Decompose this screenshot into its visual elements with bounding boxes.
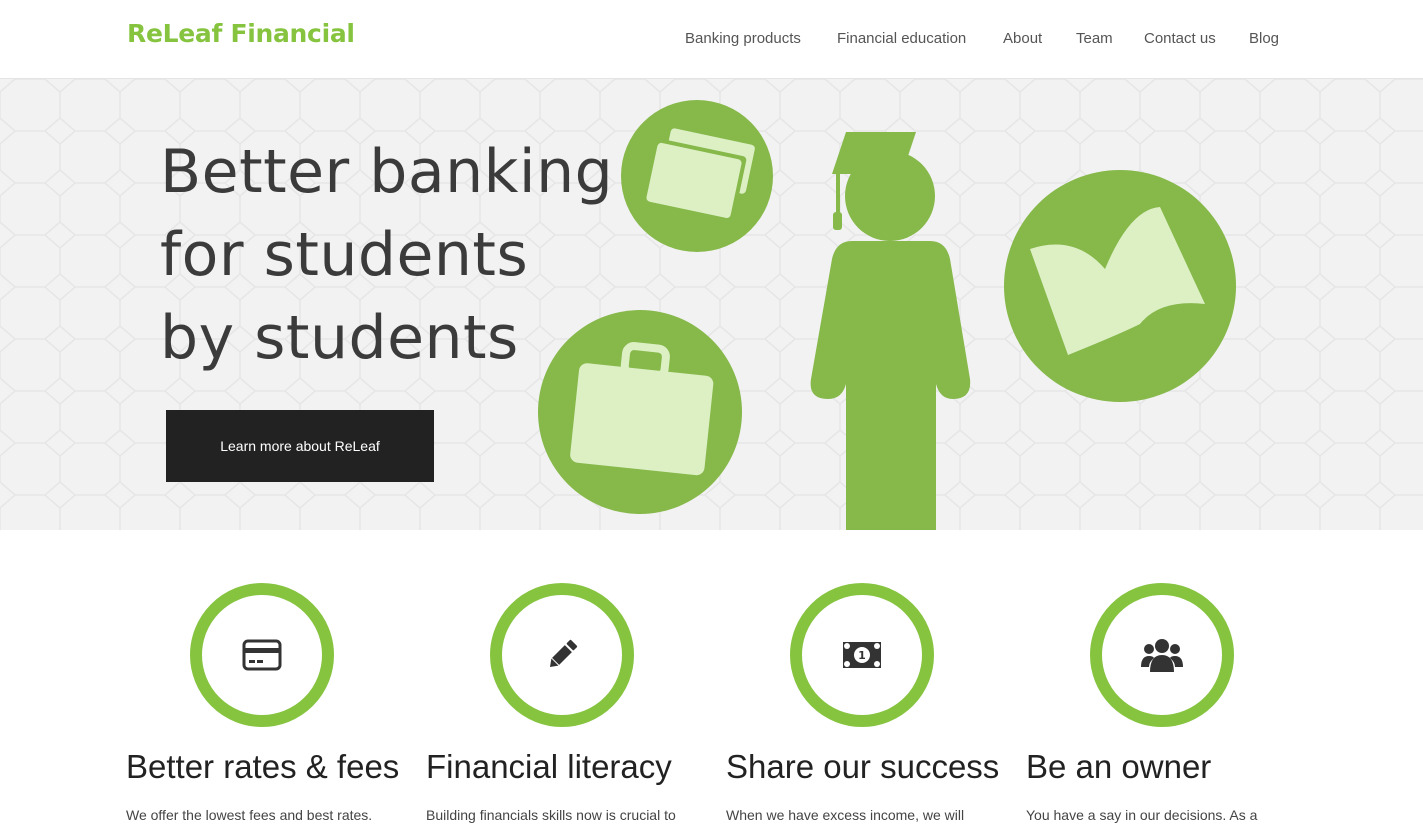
feature-text: You have a say in our decisions. As a xyxy=(1026,807,1258,823)
nav-about[interactable]: About xyxy=(1003,30,1042,47)
feature-icon-ring xyxy=(1090,583,1234,727)
users-icon xyxy=(1141,639,1183,672)
feature-icon-ring xyxy=(490,583,634,727)
feature-icon-ring xyxy=(190,583,334,727)
hero-section: Better banking for students by students … xyxy=(0,79,1423,530)
feature-title: Share our success xyxy=(726,748,1000,785)
svg-text:1: 1 xyxy=(858,649,866,662)
feature-title: Be an owner xyxy=(1026,748,1212,785)
feature-icon-ring: 1 xyxy=(790,583,934,727)
feature-title: Better rates & fees xyxy=(126,748,400,785)
feature-text: We offer the lowest fees and best rates. xyxy=(126,807,373,823)
pencil-icon xyxy=(549,639,578,668)
nav-financial-education[interactable]: Financial education xyxy=(837,30,966,47)
hero-illustration xyxy=(538,100,1236,530)
credit-card-icon xyxy=(242,639,282,671)
briefcase-icon xyxy=(538,310,742,514)
site-header: ReLeaf Financial Banking products Financ… xyxy=(0,0,1423,79)
graduate-icon xyxy=(810,132,971,530)
credit-cards-icon xyxy=(621,100,773,252)
feature-text: When we have excess income, we will xyxy=(726,807,965,823)
nav-blog[interactable]: Blog xyxy=(1249,30,1279,47)
open-book-icon xyxy=(1004,170,1236,402)
nav-banking-products[interactable]: Banking products xyxy=(685,30,801,47)
nav-contact-us[interactable]: Contact us xyxy=(1144,30,1216,47)
dollar-bill-icon: 1 xyxy=(843,642,881,668)
feature-title: Financial literacy xyxy=(426,748,672,785)
feature-text: Building financials skills now is crucia… xyxy=(426,807,676,823)
nav-team[interactable]: Team xyxy=(1076,30,1113,47)
main-nav: Banking products Financial education Abo… xyxy=(0,30,1423,50)
